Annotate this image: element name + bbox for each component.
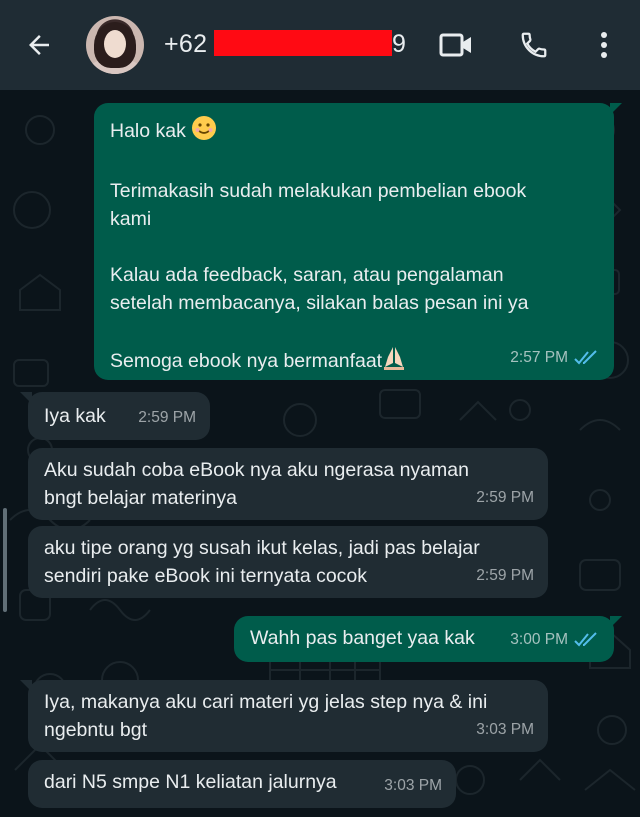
message-text: Halo kak Terimakasih sudah melakukan pem… <box>110 115 598 379</box>
message-meta: 3:00 PM <box>510 626 600 654</box>
message-bubble-outgoing[interactable]: Wahh pas banget yaa kak 3:00 PM <box>234 616 622 662</box>
message-time: 2:59 PM <box>476 567 534 584</box>
message-meta: 3:03 PM <box>384 772 442 800</box>
message-meta: 2:59 PM <box>476 562 534 590</box>
chat-screen: +62 8 9 Halo kak Terimakasih sudah melak… <box>0 0 640 817</box>
message-time: 3:03 PM <box>384 777 442 794</box>
video-call-button[interactable] <box>438 27 474 63</box>
message-time: 3:03 PM <box>476 721 534 738</box>
double-check-icon <box>574 350 597 365</box>
voice-call-button[interactable] <box>516 27 552 63</box>
message-text: Aku sudah coba eBook nya aku ngerasa nya… <box>44 459 469 509</box>
message-bubble-incoming[interactable]: aku tipe orang yg susah ikut kelas, jadi… <box>28 526 548 598</box>
message-bubble-incoming[interactable]: Iya, makanya aku cari materi yg jelas st… <box>20 680 548 752</box>
smiling-face-emoji <box>191 115 217 149</box>
back-arrow-icon <box>29 35 49 55</box>
message-time: 3:00 PM <box>510 631 568 648</box>
message-meta: 2:59 PM <box>476 484 534 512</box>
message-text: Iya, makanya aku cari materi yg jelas st… <box>44 691 488 741</box>
back-button[interactable] <box>22 28 56 62</box>
message-time: 2:59 PM <box>476 489 534 506</box>
folded-hands-emoji <box>382 345 406 379</box>
message-bubble-outgoing[interactable]: Halo kak Terimakasih sudah melakukan pem… <box>94 103 622 380</box>
message-bubble-incoming[interactable]: Iya kak 2:59 PM <box>20 392 210 440</box>
message-text: dari N5 smpe N1 keliatan jalurnya <box>44 771 337 793</box>
message-meta: 3:03 PM <box>476 716 534 744</box>
contact-name-suffix: 9 <box>392 30 406 58</box>
phone-icon <box>521 32 547 58</box>
double-check-icon <box>574 632 597 647</box>
message-bubble-incoming[interactable]: dari N5 smpe N1 keliatan jalurnya 3:03 P… <box>28 760 456 808</box>
chat-header: +62 8 9 <box>0 0 640 90</box>
video-call-icon <box>439 33 471 57</box>
scrollbar[interactable] <box>3 508 7 612</box>
message-text: aku tipe orang yg susah ikut kelas, jadi… <box>44 537 480 587</box>
message-bubble-incoming[interactable]: Aku sudah coba eBook nya aku ngerasa nya… <box>28 448 548 520</box>
message-meta: 2:57 PM <box>510 344 600 372</box>
message-meta: 2:59 PM <box>138 404 196 432</box>
message-time: 2:59 PM <box>138 409 196 426</box>
contact-avatar[interactable] <box>86 16 144 74</box>
redaction-bar <box>214 30 392 56</box>
more-options-button[interactable] <box>586 27 622 63</box>
message-time: 2:57 PM <box>510 349 568 366</box>
more-vert-icon <box>601 32 607 58</box>
